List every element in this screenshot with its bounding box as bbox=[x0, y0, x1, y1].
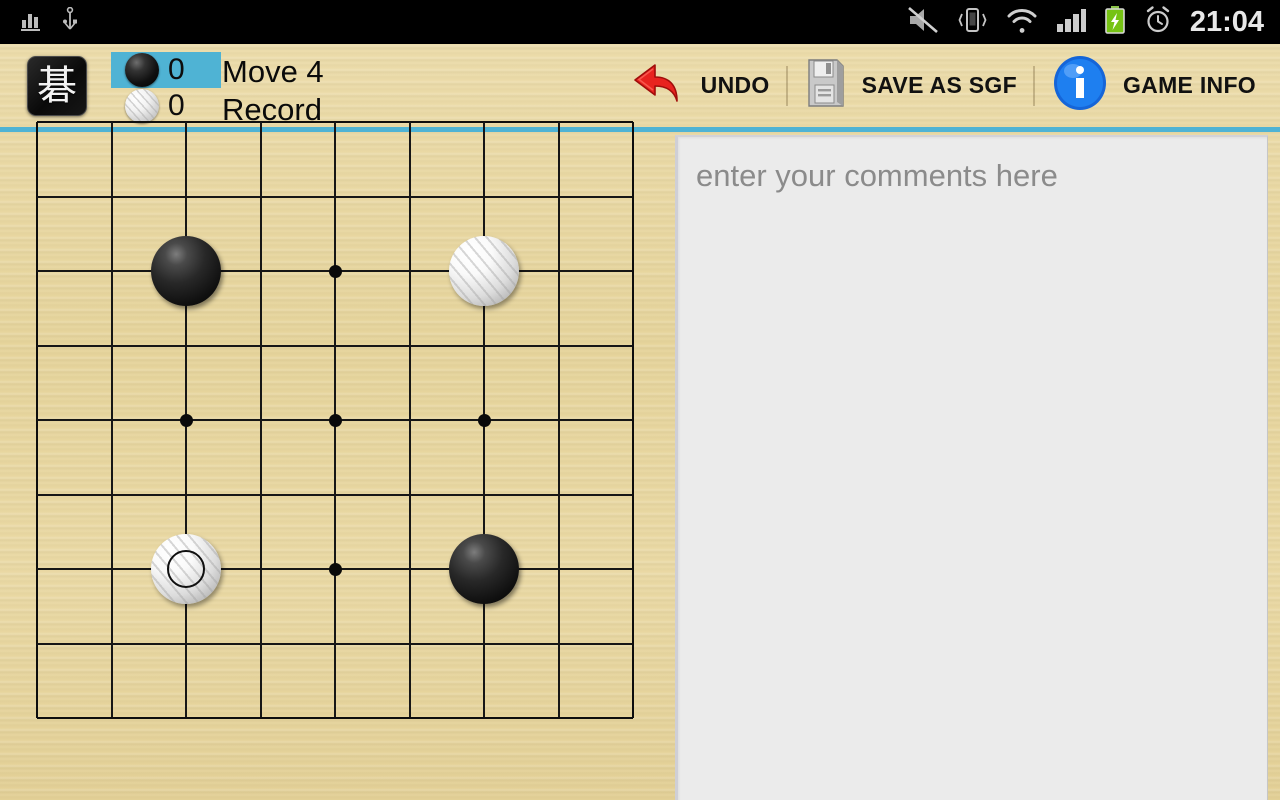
board-line-vertical bbox=[632, 122, 634, 718]
move-info: Move 4 Record bbox=[222, 52, 324, 128]
alarm-clock-icon bbox=[1143, 5, 1173, 40]
board-grid bbox=[36, 121, 634, 719]
app-header-bar: 碁 0 0 Move 4 Record UNDO SAVE AS SGF GAM… bbox=[0, 44, 1280, 127]
capture-counters: 0 0 bbox=[111, 52, 221, 124]
mute-icon bbox=[906, 5, 940, 40]
white-stone[interactable] bbox=[151, 534, 221, 604]
go-app-logo[interactable]: 碁 bbox=[27, 56, 87, 116]
board-star-point bbox=[328, 413, 342, 427]
game-info-label: GAME INFO bbox=[1122, 72, 1256, 98]
white-capture-row[interactable]: 0 bbox=[111, 88, 221, 124]
last-move-circle-marker bbox=[167, 550, 205, 588]
status-bar-clock: 21:04 bbox=[1189, 5, 1264, 38]
usb-icon bbox=[60, 6, 80, 38]
signal-chart-icon bbox=[20, 8, 46, 37]
floppy-disk-icon bbox=[804, 57, 848, 114]
battery-charging-icon bbox=[1102, 5, 1128, 40]
board-line-horizontal bbox=[37, 493, 633, 496]
undo-button[interactable]: UNDO bbox=[619, 44, 782, 127]
move-number-label: Move 4 bbox=[222, 53, 324, 89]
black-capture-row[interactable]: 0 bbox=[111, 52, 221, 88]
go-kanji-glyph: 碁 bbox=[37, 63, 77, 109]
toolbar-divider-2 bbox=[1032, 65, 1035, 106]
black-capture-count: 0 bbox=[168, 53, 185, 86]
board-line-vertical bbox=[408, 122, 411, 718]
board-star-point bbox=[477, 413, 491, 427]
status-bar: 21:04 bbox=[0, 0, 1280, 44]
black-stone-icon bbox=[125, 53, 159, 87]
go-board[interactable] bbox=[36, 121, 634, 719]
toolbar-divider-1 bbox=[785, 65, 788, 106]
board-star-point bbox=[328, 264, 342, 278]
toolbar: UNDO SAVE AS SGF GAME INFO bbox=[619, 44, 1268, 127]
wifi-icon bbox=[1004, 6, 1040, 39]
board-line-horizontal bbox=[37, 642, 633, 645]
undo-arrow-icon bbox=[631, 59, 687, 112]
comment-placeholder: enter your comments here bbox=[696, 158, 1058, 193]
save-as-sgf-label: SAVE AS SGF bbox=[861, 72, 1017, 98]
game-info-button[interactable]: GAME INFO bbox=[1039, 44, 1268, 127]
status-bar-right-icons: 21:04 bbox=[906, 5, 1280, 40]
board-star-point bbox=[328, 562, 342, 576]
white-stone[interactable] bbox=[449, 236, 519, 306]
status-bar-left-icons bbox=[0, 6, 80, 38]
save-as-sgf-button[interactable]: SAVE AS SGF bbox=[792, 44, 1029, 127]
info-circle-icon bbox=[1051, 54, 1109, 117]
undo-label: UNDO bbox=[700, 72, 770, 98]
board-line-vertical bbox=[557, 122, 560, 718]
board-star-point bbox=[179, 413, 193, 427]
comment-input[interactable]: enter your comments here bbox=[675, 135, 1268, 800]
go-app-window: 碁 0 0 Move 4 Record UNDO SAVE AS SGF GAM… bbox=[0, 44, 1280, 800]
cellular-signal-icon bbox=[1055, 6, 1087, 39]
black-stone[interactable] bbox=[151, 236, 221, 306]
board-line-horizontal bbox=[37, 717, 633, 719]
white-stone-icon bbox=[125, 89, 159, 123]
black-stone[interactable] bbox=[449, 534, 519, 604]
white-capture-count: 0 bbox=[168, 89, 185, 122]
vibrate-icon bbox=[955, 5, 989, 40]
